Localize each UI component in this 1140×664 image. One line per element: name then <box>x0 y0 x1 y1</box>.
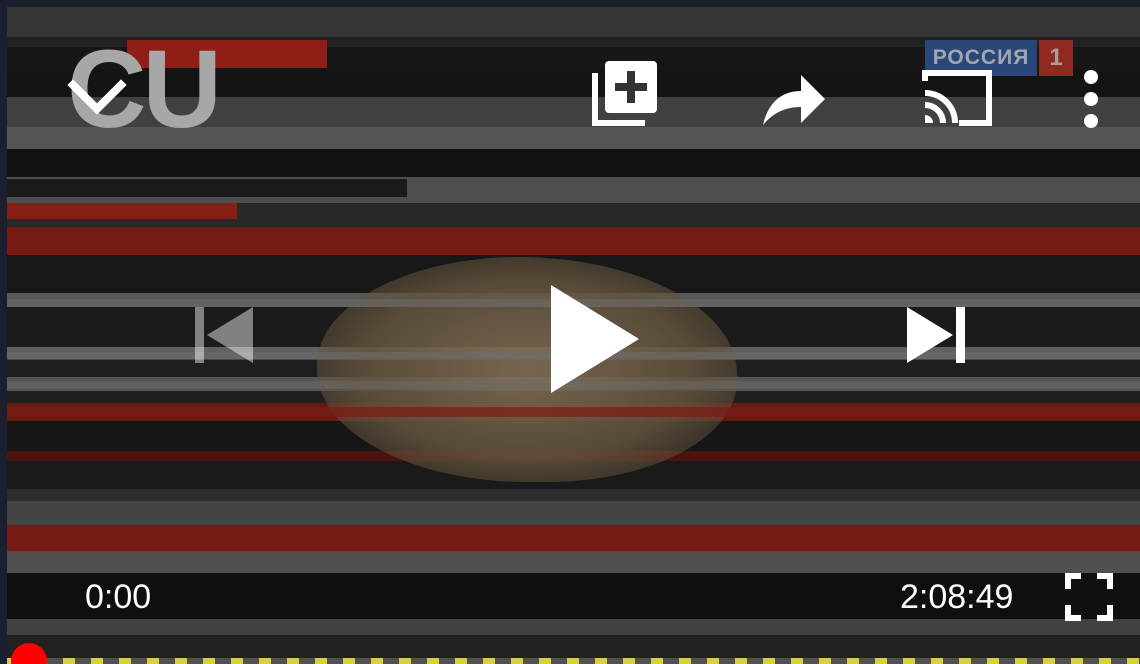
previous-button[interactable] <box>193 303 257 367</box>
minimize-button[interactable] <box>65 67 129 131</box>
play-button[interactable] <box>547 283 643 395</box>
cast-button[interactable] <box>919 65 995 129</box>
play-icon <box>551 285 639 393</box>
add-to-playlist-button[interactable] <box>591 59 661 129</box>
more-vert-icon <box>1084 70 1098 128</box>
fullscreen-icon <box>1065 573 1113 621</box>
video-player[interactable]: CU РОССИЯ 1 0:00 2:08:49 <box>7 7 1140 664</box>
fullscreen-button[interactable] <box>1065 573 1113 621</box>
current-time: 0:00 <box>85 578 152 616</box>
chevron-down-icon <box>67 79 127 115</box>
cast-icon <box>922 70 992 126</box>
more-options-button[interactable] <box>1079 69 1103 129</box>
share-icon <box>763 75 825 125</box>
add-to-playlist-icon <box>592 61 657 126</box>
seek-bar[interactable] <box>7 658 1140 664</box>
duration: 2:08:49 <box>900 578 1014 616</box>
next-button[interactable] <box>903 303 967 367</box>
share-button[interactable] <box>761 73 827 127</box>
previous-icon <box>195 307 253 363</box>
next-icon <box>907 307 965 363</box>
